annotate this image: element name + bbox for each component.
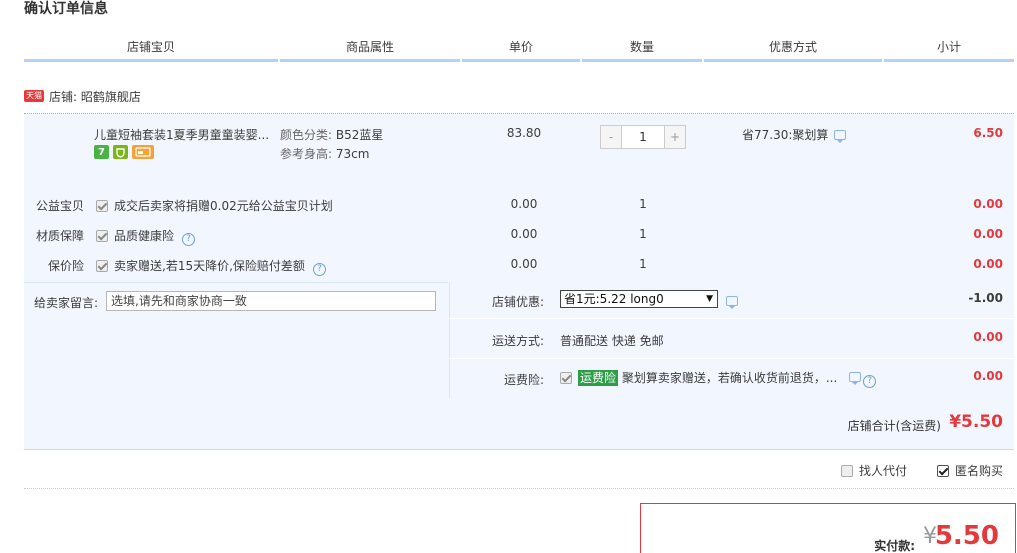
proxy-pay-checkbox[interactable]	[840, 465, 853, 477]
header-quantity: 数量	[582, 32, 702, 62]
service-text: 品质健康险	[114, 229, 175, 243]
dropdown-arrow-icon: ▼	[706, 294, 713, 304]
service-subtotal: 0.00	[973, 197, 1003, 211]
quantity-stepper: - 1 +	[600, 125, 686, 149]
credit-card-icon[interactable]	[132, 145, 154, 159]
message-label: 给卖家留言:	[34, 296, 99, 310]
page-title: 确认订单信息	[24, 1, 108, 17]
shipping-label: 运送方式:	[491, 334, 544, 348]
divider	[24, 488, 1014, 489]
select-value: 省1元:5.22 long0	[564, 292, 664, 306]
insurance-text: 聚划算卖家赠送，若确认收货前退货，...	[621, 371, 838, 385]
option-label: 匿名购买	[954, 464, 1003, 478]
service-label: 保价险	[47, 259, 84, 273]
header-discount: 优惠方式	[704, 32, 882, 62]
insurance-tag: 运费险	[578, 370, 619, 386]
seven-day-return-icon[interactable]: 7	[94, 145, 109, 159]
payment-amount: 5.50	[934, 521, 999, 551]
service-price: 0.00	[510, 227, 538, 241]
item-badges: 7	[94, 145, 154, 159]
anonymous-option[interactable]: 匿名购买	[936, 462, 1003, 479]
shop-row: 天猫 店铺: 昭鹤旗舰店	[24, 88, 141, 104]
divider	[449, 318, 1014, 319]
item-attr-color: 颜色分类: B52蓝星	[280, 126, 383, 143]
quantity-plus-button[interactable]: +	[665, 126, 685, 148]
service-checkbox[interactable]	[96, 260, 108, 272]
shop-discount-value: -1.00	[968, 291, 1003, 305]
tmall-logo-icon: 天猫	[24, 90, 44, 102]
header-subtotal: 小计	[884, 32, 1014, 62]
unit-price: 83.80	[506, 126, 542, 140]
shop-discount-label: 店铺优惠:	[491, 295, 544, 309]
shop-total-label: 店铺合计(含运费)	[847, 419, 941, 433]
shop-total-value: ¥5.50	[949, 412, 1003, 432]
service-label: 公益宝贝	[35, 199, 84, 213]
help-icon[interactable]: ?	[312, 263, 326, 276]
service-charity: 成交后卖家将捐赠0.02元给公益宝贝计划	[96, 197, 333, 214]
divider	[449, 358, 1014, 359]
shipping-method: 普通配送 快递 免邮	[560, 334, 664, 348]
header-price: 单价	[462, 32, 580, 62]
service-quality: 品质健康险?	[96, 227, 196, 246]
quantity-minus-button[interactable]: -	[601, 126, 621, 148]
header-item: 店铺宝贝	[24, 32, 278, 62]
service-qty: 1	[639, 227, 647, 241]
promo-text: 省77.30:聚划算	[742, 128, 829, 142]
insurance-checkbox[interactable]	[560, 372, 572, 384]
table-header: 店铺宝贝 商品属性 单价 数量 优惠方式 小计	[24, 32, 1014, 62]
help-icon[interactable]: ?	[863, 375, 877, 388]
attr-label: 颜色分类:	[280, 128, 333, 142]
service-checkbox[interactable]	[96, 230, 108, 242]
comment-icon[interactable]	[834, 129, 847, 143]
attr-value: 73cm	[335, 147, 370, 161]
shop-discount-select[interactable]: 省1元:5.22 long0 ▼	[560, 290, 718, 308]
service-price-protect: 卖家赠送,若15天降价,保险赔付差额?	[96, 257, 326, 276]
help-icon[interactable]: ?	[182, 233, 196, 246]
comment-icon[interactable]	[726, 296, 738, 309]
service-price: 0.00	[510, 197, 538, 211]
item-attr-height: 参考身高: 73cm	[280, 145, 369, 162]
service-text: 成交后卖家将捐赠0.02元给公益宝贝计划	[114, 199, 333, 213]
attr-label: 参考身高:	[280, 147, 333, 161]
service-label: 材质保障	[35, 229, 84, 243]
anonymous-checkbox[interactable]	[936, 465, 949, 477]
shipping-value: 0.00	[973, 330, 1003, 344]
comment-icon[interactable]	[849, 372, 862, 385]
item-title[interactable]: 儿童短袖套装1夏季男童童装婴...	[94, 126, 270, 143]
payment-label: 实付款:	[874, 539, 915, 553]
service-text: 卖家赠送,若15天降价,保险赔付差额	[114, 259, 305, 273]
promo-info: 省77.30:聚划算	[742, 126, 847, 143]
service-subtotal: 0.00	[973, 227, 1003, 241]
service-qty: 1	[639, 257, 647, 271]
item-subtotal: 6.50	[973, 126, 1003, 140]
insurance-label: 运费险:	[503, 373, 544, 387]
service-price: 0.00	[510, 257, 538, 271]
message-input[interactable]: 选填,请先和商家协商一致	[106, 291, 436, 311]
service-qty: 1	[639, 197, 647, 211]
option-label: 找人代付	[858, 464, 907, 478]
quantity-input[interactable]: 1	[621, 126, 665, 148]
guarantee-icon[interactable]	[113, 145, 128, 159]
insurance-value: 0.00	[973, 369, 1003, 383]
shipping-insurance: 运费险 聚划算卖家赠送，若确认收货前退货，... ?	[560, 369, 877, 388]
payment-options: 找人代付 匿名购买	[840, 462, 1003, 479]
service-checkbox[interactable]	[96, 200, 108, 212]
service-subtotal: 0.00	[973, 257, 1003, 271]
attr-value: B52蓝星	[335, 128, 384, 142]
header-attributes: 商品属性	[280, 32, 460, 62]
shop-name[interactable]: 店铺: 昭鹤旗舰店	[49, 88, 141, 105]
proxy-pay-option[interactable]: 找人代付	[840, 462, 907, 479]
